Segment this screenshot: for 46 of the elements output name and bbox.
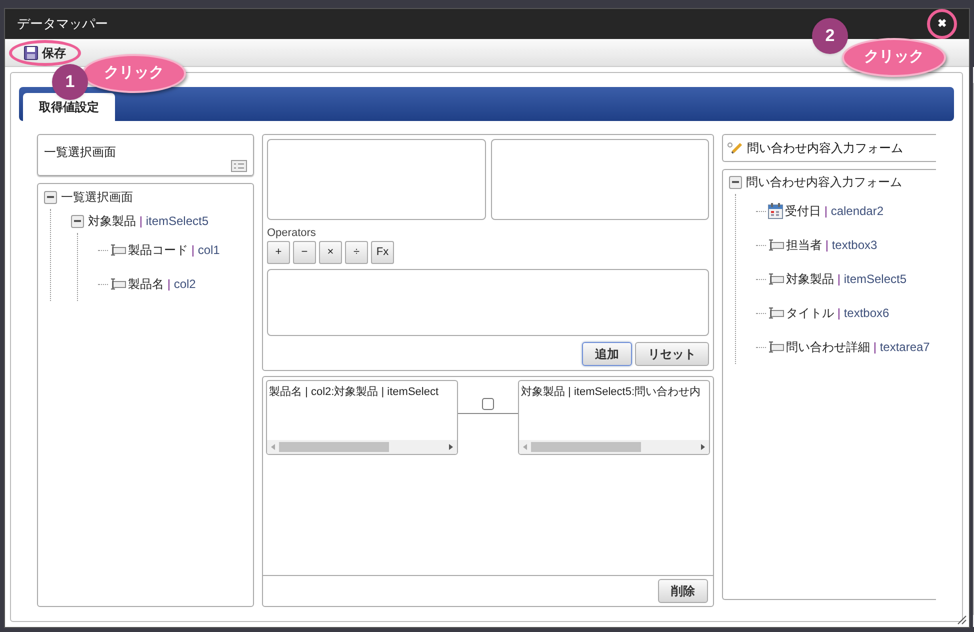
operator-button[interactable]: − [293, 241, 316, 264]
tree-node-label[interactable]: 対象製品 | itemSelect5 [88, 212, 209, 230]
tree-node-label[interactable]: 製品名 | col2 [128, 275, 196, 293]
pencil-icon [727, 142, 743, 154]
scroll-right-icon [701, 444, 705, 450]
tree-node-label[interactable]: 担当者 | textbox3 [786, 236, 878, 254]
textbox-icon [768, 307, 784, 319]
collapse-icon[interactable] [729, 176, 742, 188]
tree-node-label[interactable]: 受付日 | calendar2 [785, 202, 884, 220]
tree-node-label[interactable]: 問い合わせ内容入力フォーム [746, 173, 902, 191]
mapping-item[interactable]: 対象製品 | itemSelect5:問い合わせ内 [519, 381, 709, 440]
horizontal-scrollbar[interactable] [267, 440, 457, 454]
expression-input-field[interactable] [267, 269, 709, 336]
mapping-item[interactable]: 製品名 | col2:対象製品 | itemSelect [267, 381, 457, 440]
mapping-checkbox[interactable] [482, 398, 494, 410]
tab[interactable]: 取得値設定 [23, 93, 115, 121]
tree-node-label[interactable]: 一覧選択画面 [61, 188, 133, 206]
operator-button[interactable]: × [319, 241, 342, 264]
collapse-icon[interactable] [44, 190, 57, 204]
textbox-icon [768, 273, 784, 285]
scroll-left-icon [271, 444, 275, 450]
action-button[interactable]: リセット [635, 342, 709, 366]
textbox-icon [110, 244, 126, 256]
operator-button[interactable]: ÷ [345, 241, 368, 264]
collapse-icon[interactable] [71, 214, 84, 228]
textbox-icon [768, 239, 784, 251]
horizontal-scrollbar[interactable] [519, 440, 709, 454]
scroll-right-icon [449, 444, 453, 450]
tree-node-label[interactable]: 問い合わせ詳細 | textarea7 [786, 338, 930, 356]
textbox-icon [768, 341, 784, 353]
source-title: 一覧選択画面 [44, 144, 116, 161]
list-icon [231, 160, 247, 172]
tree-node-label[interactable]: タイトル | textbox6 [786, 304, 890, 322]
resize-grip-icon[interactable] [957, 615, 967, 625]
tree-node-label[interactable]: 対象製品 | itemSelect5 [786, 270, 907, 288]
scroll-left-icon [523, 444, 527, 450]
target-title: 問い合わせ内容入力フォーム [747, 140, 903, 157]
textbox-icon [110, 278, 126, 290]
operator-button[interactable]: Fx [371, 241, 394, 264]
operator-button[interactable]: + [267, 241, 290, 264]
calendar-icon [768, 203, 783, 219]
tree-node-label[interactable]: 製品コード | col1 [128, 241, 220, 259]
operators-label: Operators [267, 226, 317, 241]
delete-button[interactable]: 削除 [658, 579, 708, 603]
action-button[interactable]: 追加 [582, 342, 632, 366]
window-title: データマッパー [17, 15, 108, 34]
